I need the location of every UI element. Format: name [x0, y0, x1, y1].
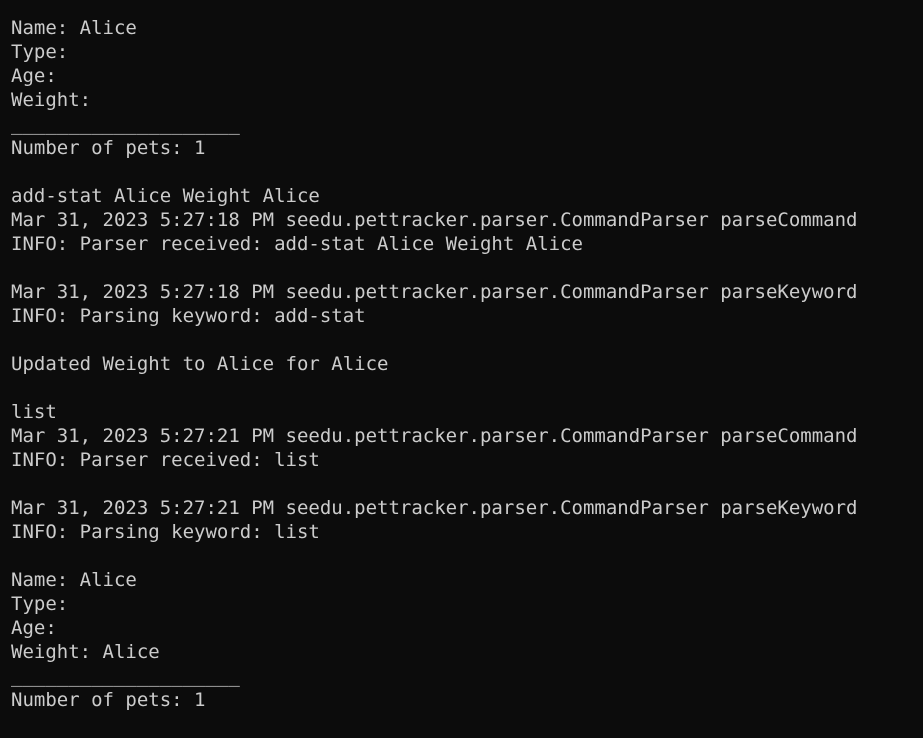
- output-line-blank: [11, 256, 923, 280]
- output-line-pet-type: Type:: [11, 41, 69, 63]
- output-line-user-command: list: [11, 401, 57, 423]
- output-line-pet-count: Number of pets: 1: [11, 689, 206, 711]
- output-line-response: Updated Weight to Alice for Alice: [11, 353, 389, 375]
- output-line-pet-name: Name: Alice: [11, 569, 137, 591]
- terminal-output[interactable]: Name: Alice Type: Age: Weight: _________…: [0, 0, 923, 738]
- output-line-blank: [11, 160, 923, 184]
- output-line-pet-count: Number of pets: 1: [11, 137, 206, 159]
- output-line-blank: [11, 328, 923, 352]
- output-line-pet-age: Age:: [11, 617, 57, 639]
- output-line-log-info: INFO: Parsing keyword: list: [11, 521, 320, 543]
- output-line-pet-weight: Weight:: [11, 89, 92, 111]
- output-line-blank: [11, 376, 923, 400]
- output-line-log-info: INFO: Parsing keyword: add-stat: [11, 305, 366, 327]
- output-line-log-info: INFO: Parser received: add-stat Alice We…: [11, 233, 583, 255]
- output-line-separator: ____________________: [11, 113, 240, 135]
- output-line-pet-weight: Weight: Alice: [11, 641, 160, 663]
- output-line-pet-age: Age:: [11, 65, 57, 87]
- output-line-blank: [11, 544, 923, 568]
- output-line-user-command: add-stat Alice Weight Alice: [11, 185, 320, 207]
- output-line-pet-type: Type:: [11, 593, 69, 615]
- output-line-log-header: Mar 31, 2023 5:27:18 PM seedu.pettracker…: [11, 209, 858, 231]
- output-line-log-info: INFO: Parser received: list: [11, 449, 320, 471]
- output-line-log-header: Mar 31, 2023 5:27:21 PM seedu.pettracker…: [11, 497, 858, 519]
- output-line-log-header: Mar 31, 2023 5:27:21 PM seedu.pettracker…: [11, 425, 858, 447]
- output-line-pet-name: Name: Alice: [11, 17, 137, 39]
- output-line-log-header: Mar 31, 2023 5:27:18 PM seedu.pettracker…: [11, 281, 858, 303]
- output-line-blank: [11, 472, 923, 496]
- output-line-separator: ____________________: [11, 665, 240, 687]
